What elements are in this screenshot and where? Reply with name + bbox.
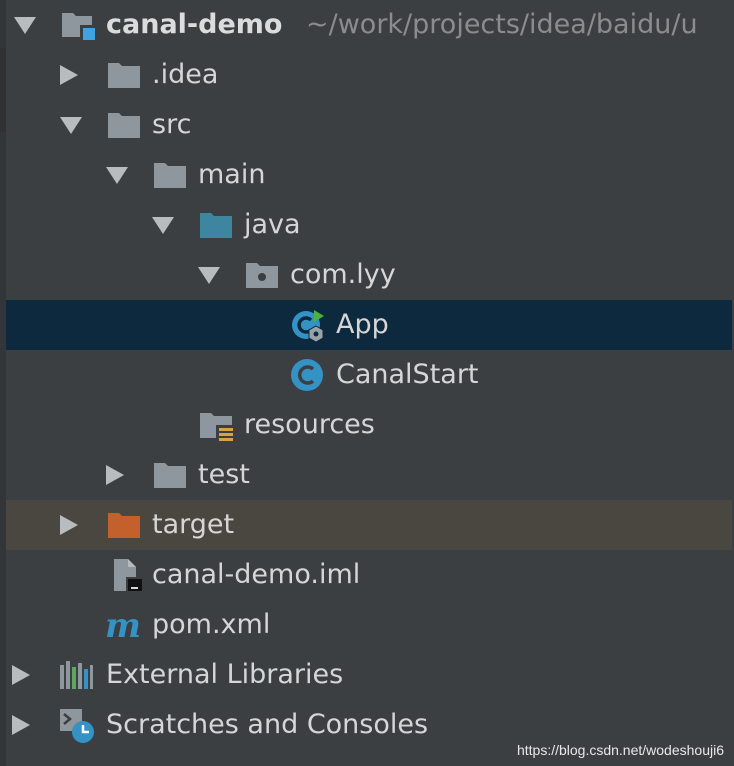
runnable-class-icon <box>292 310 324 343</box>
tree-label-canalstart: CanalStart <box>336 359 479 390</box>
tree-label-scratches: Scratches and Consoles <box>106 709 429 740</box>
chevron-right-icon[interactable] <box>60 65 78 85</box>
chevron-right-icon[interactable] <box>12 715 30 735</box>
tree-label-external-libraries: External Libraries <box>106 659 344 690</box>
package-icon <box>246 263 278 288</box>
resources-folder-icon <box>200 413 234 443</box>
watermark: https://blog.csdn.net/wodeshouji6 <box>516 742 724 758</box>
tree-row-test[interactable]: test <box>0 450 734 500</box>
module-folder-icon <box>62 13 96 41</box>
folder-icon <box>108 113 140 138</box>
tree-row-package[interactable]: com.lyy <box>0 250 734 300</box>
folder-icon <box>108 63 140 88</box>
project-path: ~/work/projects/idea/baidu/u <box>306 9 698 40</box>
tree-row-resources[interactable]: resources <box>0 400 734 450</box>
chevron-right-icon[interactable] <box>60 515 78 535</box>
tree-label-package: com.lyy <box>290 259 396 290</box>
folder-icon <box>154 463 186 488</box>
tree-label-test: test <box>198 459 250 490</box>
source-folder-icon <box>200 213 232 238</box>
project-name: canal-demo <box>106 9 283 40</box>
tree-label-src: src <box>152 109 192 140</box>
tree-row-main[interactable]: main <box>0 150 734 200</box>
svg-text:m: m <box>105 607 140 643</box>
libraries-icon <box>60 661 93 689</box>
tree-row-target[interactable]: target <box>6 500 732 550</box>
scratches-icon <box>60 709 94 743</box>
tree-label-resources: resources <box>244 409 375 440</box>
excluded-folder-icon <box>108 513 140 538</box>
tree-row-pom[interactable]: m pom.xml <box>0 600 734 650</box>
chevron-down-icon[interactable] <box>198 267 220 284</box>
iml-file-icon <box>114 559 144 593</box>
class-icon <box>291 359 323 391</box>
tree-row-project[interactable]: canal-demo ~/work/projects/idea/baidu/u <box>0 0 734 50</box>
maven-icon: m <box>105 607 140 643</box>
chevron-down-icon[interactable] <box>152 217 174 234</box>
tree-row-java[interactable]: java <box>0 200 734 250</box>
tree-row-src[interactable]: src <box>0 100 734 150</box>
tree-row-idea[interactable]: .idea <box>0 50 734 100</box>
chevron-down-icon[interactable] <box>14 17 36 34</box>
tree-row-external-libraries[interactable]: External Libraries <box>0 650 734 700</box>
tree-label-main: main <box>198 159 266 190</box>
chevron-down-icon[interactable] <box>106 167 128 184</box>
tree-label-target: target <box>152 509 235 540</box>
tree-label-java: java <box>244 209 301 240</box>
tree-row-canalstart[interactable]: CanalStart <box>0 350 734 400</box>
tree-row-app[interactable]: App <box>6 300 732 350</box>
tree-label-pom: pom.xml <box>152 609 271 640</box>
tree-label-iml: canal-demo.iml <box>152 559 361 590</box>
chevron-right-icon[interactable] <box>106 465 124 485</box>
chevron-right-icon[interactable] <box>12 665 30 685</box>
tree-label-idea: .idea <box>152 59 219 90</box>
chevron-down-icon[interactable] <box>60 117 82 134</box>
folder-icon <box>154 163 186 188</box>
tree-label-app: App <box>336 309 389 340</box>
tree-row-iml[interactable]: canal-demo.iml <box>0 550 734 600</box>
